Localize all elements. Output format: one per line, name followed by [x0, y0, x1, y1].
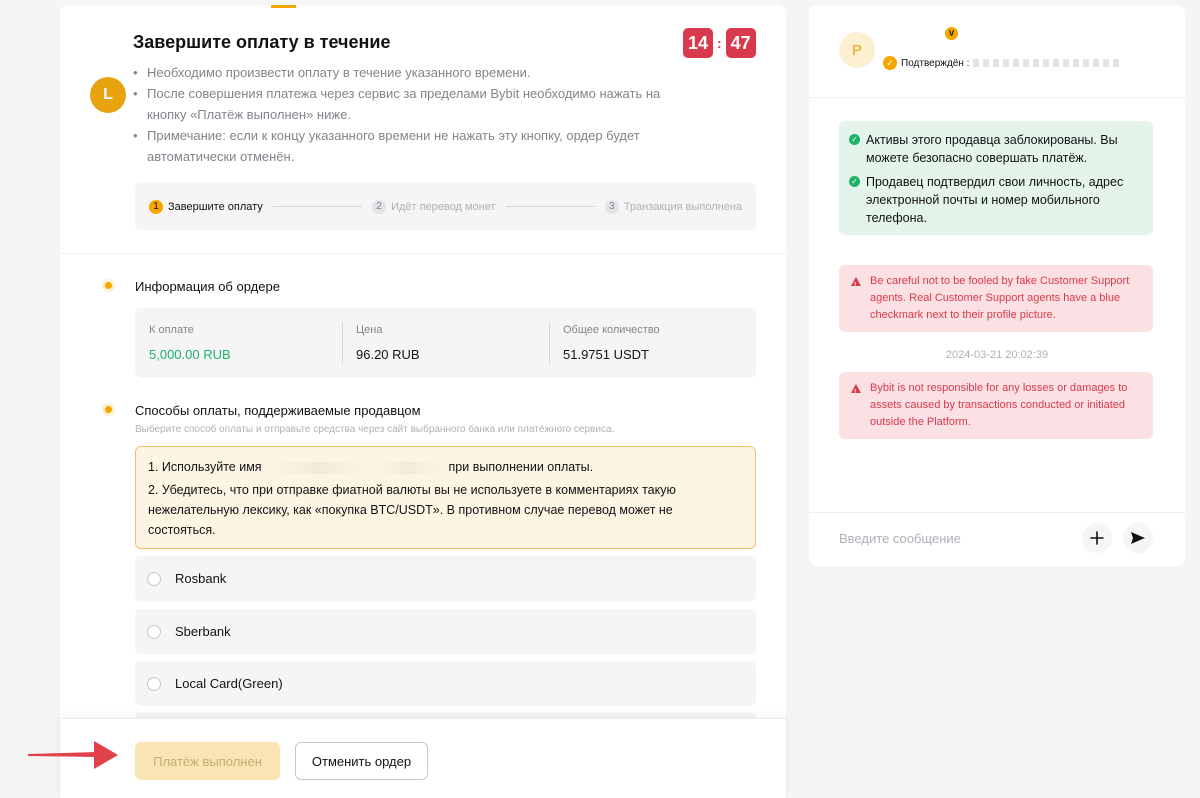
chat-timestamp: 2024-03-21 20:02:39 — [945, 349, 1049, 361]
countdown-timer: 14 : 47 — [683, 28, 756, 58]
verified-shield-icon: ✓ — [883, 56, 897, 70]
info-value: 51.9751 USDT — [563, 347, 649, 362]
counterparty-avatar: L — [90, 77, 126, 113]
step-connector — [505, 206, 595, 207]
check-circle-icon: ✓ — [849, 134, 860, 145]
payment-methods-title: Способы оплаты, поддерживаемые продавцом — [135, 403, 421, 418]
step-connector — [272, 206, 363, 207]
payment-option-label: Local Card(Green) — [175, 676, 283, 691]
chat-input-divider — [809, 512, 1185, 513]
radio-button[interactable] — [147, 571, 161, 586]
seller-verified: ✓ Подтверждён : — [883, 56, 1124, 70]
notice-line-2: 2. Убедитесь, что при отправке фиатной в… — [148, 483, 676, 537]
safety-note-text: Активы этого продавца заблокированы. Вы … — [866, 133, 1118, 165]
seller-vip-badge-icon: V — [945, 27, 958, 40]
warning-triangle-icon — [851, 384, 861, 401]
cancel-order-button[interactable]: Отменить ордер — [295, 742, 428, 780]
step-number: 2 — [372, 199, 387, 214]
plus-icon — [1090, 531, 1104, 545]
info-value: 96.20 RUB — [356, 347, 420, 362]
payment-option-label: Sberbank — [175, 624, 231, 639]
step-coin-transfer: 2 Идёт перевод монет — [372, 199, 496, 214]
timer-seconds: 47 — [725, 28, 756, 58]
safety-note: ✓ Продавец подтвердил свои личность, адр… — [849, 173, 1143, 227]
order-card: L Завершите оплату в течение 14 : 47 Нео… — [60, 5, 786, 798]
step-number: 3 — [604, 199, 619, 214]
payment-option-rosbank[interactable]: Rosbank — [135, 556, 756, 601]
instruction-item: Примечание: если к концу указанного врем… — [133, 125, 693, 167]
step-label: Транзакция выполнена — [623, 200, 743, 213]
instruction-item: После совершения платежа через сервис за… — [133, 83, 693, 125]
section-divider — [60, 253, 786, 254]
attach-button[interactable] — [1082, 523, 1112, 553]
payment-methods-subtitle: Выберите способ оплаты и отправьте средс… — [135, 424, 615, 435]
order-info-title: Информация об ордере — [135, 279, 280, 294]
step-number: 1 — [149, 199, 163, 214]
warning-text: Be careful not to be fooled by fake Cust… — [870, 275, 1130, 321]
section-dot-icon — [105, 406, 112, 413]
notice-line-1: 1. Используйте имя при выполнении оплаты… — [148, 457, 743, 477]
action-bar: Платёж выполнен Отменить ордер — [59, 718, 787, 798]
radio-button[interactable] — [147, 676, 161, 691]
order-info-panel: К оплате 5,000.00 RUB Цена 96.20 RUB Общ… — [135, 308, 756, 378]
info-label: Общее количество — [563, 324, 660, 336]
timer-separator: : — [717, 35, 722, 51]
send-icon — [1131, 532, 1145, 544]
timer-minutes: 14 — [683, 28, 713, 58]
info-value: 5,000.00 RUB — [149, 347, 231, 362]
warning-off-platform: Bybit is not responsible for any losses … — [839, 372, 1153, 439]
total-quantity: Общее количество 51.9751 USDT — [549, 308, 756, 378]
top-accent-bar — [271, 5, 296, 8]
check-circle-icon: ✓ — [849, 176, 860, 187]
info-label: К оплате — [149, 324, 194, 336]
redacted-seller-name — [973, 59, 1124, 67]
payment-done-button[interactable]: Платёж выполнен — [135, 742, 280, 780]
warning-triangle-icon — [851, 277, 861, 294]
notice-line-1-prefix: 1. Используйте имя — [148, 460, 262, 474]
redacted-name — [265, 461, 446, 474]
step-transaction-done: 3 Транзакция выполнена — [604, 199, 743, 214]
notice-line-1-suffix: при выполнении оплаты. — [448, 460, 594, 474]
warning-fake-support: Be careful not to be fooled by fake Cust… — [839, 265, 1153, 332]
price: Цена 96.20 RUB — [342, 308, 549, 378]
seller-safety-notes: ✓ Активы этого продавца заблокированы. В… — [839, 121, 1153, 235]
step-label: Завершите оплату — [168, 200, 263, 213]
safety-note-text: Продавец подтвердил свои личность, адрес… — [866, 175, 1124, 225]
step-label: Идёт перевод монет — [391, 200, 496, 213]
radio-button[interactable] — [147, 624, 161, 639]
warning-text: Bybit is not responsible for any losses … — [870, 382, 1128, 428]
payment-option-local-card[interactable]: Local Card(Green) — [135, 661, 756, 706]
verified-label: Подтверждён : — [901, 57, 970, 69]
step-complete-payment: 1 Завершите оплату — [149, 199, 263, 214]
progress-steps: 1 Завершите оплату 2 Идёт перевод монет … — [135, 183, 756, 230]
section-dot-icon — [105, 282, 112, 289]
annotation-arrow-icon — [28, 741, 118, 769]
send-button[interactable] — [1123, 523, 1153, 553]
page-title: Завершите оплату в течение — [133, 32, 391, 52]
safety-note: ✓ Активы этого продавца заблокированы. В… — [849, 131, 1143, 167]
amount-to-pay: К оплате 5,000.00 RUB — [135, 308, 342, 378]
payment-notice: 1. Используйте имя при выполнении оплаты… — [135, 446, 756, 549]
chat-header-divider — [809, 97, 1185, 98]
chat-message-input[interactable] — [839, 531, 1069, 546]
instruction-item: Необходимо произвести оплату в течение у… — [133, 62, 693, 83]
chat-panel: P V ✓ Подтверждён : ✓ Активы этого прода… — [809, 5, 1185, 566]
info-label: Цена — [356, 324, 383, 336]
seller-avatar[interactable]: P — [839, 32, 875, 68]
instructions-list: Необходимо произвести оплату в течение у… — [133, 62, 693, 167]
payment-option-label: Rosbank — [175, 571, 227, 586]
payment-option-sberbank[interactable]: Sberbank — [135, 609, 756, 654]
